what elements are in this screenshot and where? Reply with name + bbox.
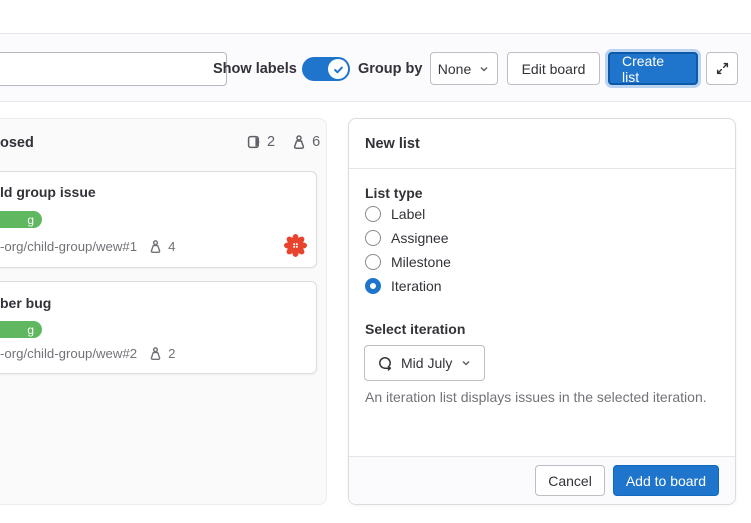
select-iteration-label: Select iteration bbox=[365, 321, 465, 337]
show-labels-toggle[interactable] bbox=[302, 57, 350, 81]
new-list-footer: Cancel Add to board bbox=[349, 456, 735, 504]
radio-option-assignee[interactable]: Assignee bbox=[365, 229, 451, 246]
expand-icon bbox=[715, 61, 730, 76]
issue-count-icon bbox=[246, 134, 262, 150]
issue-board-screen: Show labels Group by None Edit board Cre… bbox=[0, 0, 751, 523]
group-by-value: None bbox=[438, 61, 471, 77]
chevron-down-icon bbox=[478, 63, 490, 75]
new-list-title: New list bbox=[365, 136, 420, 152]
new-list-panel: New list List type Label Assignee Milest… bbox=[348, 118, 736, 505]
issue-card-title[interactable]: ld group issue bbox=[0, 184, 96, 200]
weight-icon bbox=[148, 346, 163, 361]
check-icon bbox=[332, 63, 345, 76]
cancel-button[interactable]: Cancel bbox=[535, 465, 605, 496]
edit-board-button[interactable]: Edit board bbox=[507, 52, 600, 85]
list-type-label: List type bbox=[365, 185, 423, 201]
radio-option-milestone[interactable]: Milestone bbox=[365, 253, 451, 270]
cancel-label: Cancel bbox=[548, 473, 592, 489]
iteration-icon bbox=[377, 355, 393, 371]
assignee-avatar[interactable] bbox=[282, 232, 309, 259]
board-search-input[interactable] bbox=[0, 52, 227, 86]
radio-icon-selected[interactable] bbox=[365, 278, 381, 294]
show-labels-label: Show labels bbox=[213, 61, 297, 77]
radio-icon[interactable] bbox=[365, 230, 381, 246]
radio-option-iteration[interactable]: Iteration bbox=[365, 277, 451, 294]
weight-count: 6 bbox=[312, 134, 320, 150]
add-to-board-button[interactable]: Add to board bbox=[613, 465, 719, 496]
weight-icon bbox=[291, 134, 307, 150]
iteration-helper-text: An iteration list displays issues in the… bbox=[365, 387, 715, 408]
radio-option-text: Iteration bbox=[391, 278, 442, 294]
issue-count: 2 bbox=[267, 134, 275, 150]
issue-weight: 4 bbox=[168, 239, 175, 254]
column-counters: 2 6 bbox=[246, 134, 320, 150]
issue-label-pill[interactable]: g bbox=[0, 211, 42, 228]
issue-meta-row: -org/child-group/wew#2 2 bbox=[0, 346, 175, 361]
toggle-knob bbox=[328, 59, 348, 79]
expand-board-button[interactable] bbox=[706, 52, 738, 85]
weight-icon bbox=[148, 239, 163, 254]
edit-board-label: Edit board bbox=[522, 61, 586, 77]
create-list-button[interactable]: Create list bbox=[608, 52, 698, 85]
radio-option-text: Milestone bbox=[391, 254, 451, 270]
issue-label-pill[interactable]: g bbox=[0, 321, 42, 338]
radio-icon[interactable] bbox=[365, 254, 381, 270]
issue-weight: 2 bbox=[168, 346, 175, 361]
add-to-board-label: Add to board bbox=[626, 473, 706, 489]
list-type-radio-group: Label Assignee Milestone Iteration bbox=[365, 205, 451, 301]
radio-option-label[interactable]: Label bbox=[365, 205, 451, 222]
column-title: osed bbox=[0, 135, 34, 151]
iteration-dropdown[interactable]: Mid July bbox=[364, 345, 485, 381]
issue-meta-row: -org/child-group/wew#1 4 bbox=[0, 239, 175, 254]
radio-option-text: Label bbox=[391, 206, 425, 222]
group-by-label: Group by bbox=[358, 61, 422, 77]
issue-reference: -org/child-group/wew#1 bbox=[0, 239, 137, 254]
issue-card-title[interactable]: ber bug bbox=[0, 295, 51, 311]
iteration-value: Mid July bbox=[401, 355, 452, 371]
radio-icon[interactable] bbox=[365, 206, 381, 222]
chevron-down-icon bbox=[460, 357, 472, 369]
create-list-label: Create list bbox=[622, 53, 684, 85]
radio-option-text: Assignee bbox=[391, 230, 449, 246]
new-list-header: New list bbox=[349, 119, 735, 169]
issue-reference: -org/child-group/wew#2 bbox=[0, 346, 137, 361]
group-by-dropdown[interactable]: None bbox=[430, 52, 498, 85]
